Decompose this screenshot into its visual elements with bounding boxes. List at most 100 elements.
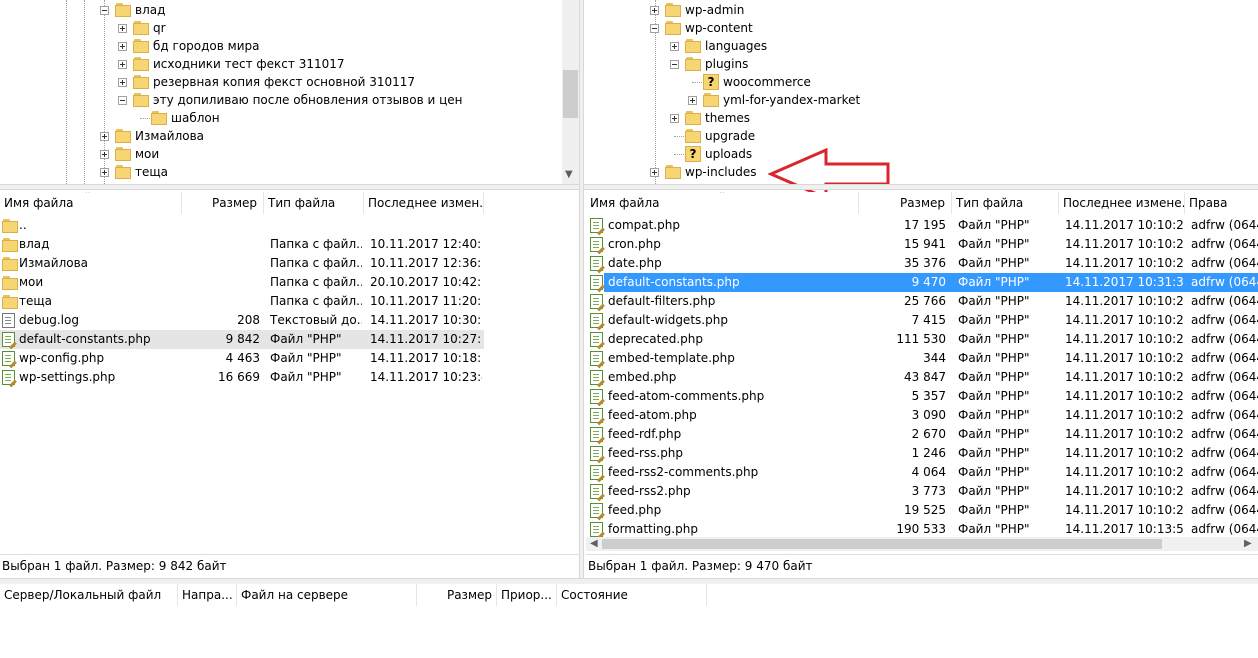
scroll-down-arrow-icon[interactable]: ▼ — [565, 170, 573, 180]
table-row[interactable]: wp-config.php 4 463 Файл "PHP" 14.11.2017 1… — [0, 349, 484, 368]
collapse-icon[interactable] — [670, 60, 679, 69]
table-row[interactable]: cron.php 15 941 Файл "PHP" 14.11.2017 10:10… — [586, 235, 1258, 254]
collapse-icon[interactable] — [100, 6, 109, 15]
expand-icon[interactable] — [650, 6, 659, 15]
local-directory-tree[interactable]: влад qr бд городов мира исходники тест фекс… — [0, 0, 562, 184]
table-row[interactable]: deprecated.php 111 530 Файл "PHP" 14.11.201… — [586, 330, 1258, 349]
tree-node[interactable]: wp-admin — [584, 1, 1254, 19]
table-row[interactable]: мои Папка с файл... 20.10.2017 10:42:05 — [0, 273, 484, 292]
scroll-right-arrow-icon[interactable]: ▶ — [1244, 539, 1252, 549]
queue-column-priority[interactable]: Приор... — [497, 584, 557, 606]
queue-column-remote-file[interactable]: Файл на сервере — [237, 584, 417, 606]
table-row[interactable]: feed-rss.php 1 246 Файл "PHP" 14.11.2017 10… — [586, 444, 1258, 463]
queue-column-direction[interactable]: Напра... — [178, 584, 237, 606]
table-row[interactable]: feed-atom.php 3 090 Файл "PHP" 14.11.2017 1… — [586, 406, 1258, 425]
expand-icon[interactable] — [100, 150, 109, 159]
tree-node[interactable]: исходники тест фекст 311017 — [0, 55, 560, 73]
cell-perms: adfrw (0644) — [1191, 408, 1258, 422]
cell-modified: 14.11.2017 10:31:39 — [1065, 275, 1183, 289]
local-tree-scrollbar[interactable]: ▼ — [562, 0, 579, 184]
remote-file-list[interactable]: Имя файла Размер Тип файла Последнее изм… — [586, 192, 1258, 537]
tree-node[interactable]: yml-for-yandex-market — [584, 91, 1254, 109]
remote-list-hscrollbar[interactable]: ◀ ▶ — [586, 537, 1258, 551]
scroll-left-arrow-icon[interactable]: ◀ — [590, 539, 598, 549]
table-row[interactable]: wp-settings.php 16 669 Файл "PHP" 14.11.201… — [0, 368, 484, 387]
expand-icon[interactable] — [118, 60, 127, 69]
cell-modified: 14.11.2017 10:10:28 — [1065, 465, 1183, 479]
table-row[interactable]: feed.php 19 525 Файл "PHP" 14.11.2017 10:10… — [586, 501, 1258, 520]
table-row[interactable]: default-filters.php 25 766 Файл "PHP" 14.11… — [586, 292, 1258, 311]
cell-type: Файл "PHP" — [270, 332, 342, 346]
column-header-size[interactable]: Размер — [859, 192, 952, 214]
cell-modified: 14.11.2017 10:10:27 — [1065, 256, 1183, 270]
pane-splitter[interactable] — [579, 0, 584, 578]
expand-icon[interactable] — [100, 132, 109, 141]
tree-node[interactable]: wp-content — [584, 19, 1254, 37]
column-header-type[interactable]: Тип файла — [264, 192, 364, 214]
tree-node[interactable]: влад — [0, 1, 560, 19]
tree-node[interactable]: резервная копия фекст основной 310117 — [0, 73, 560, 91]
tree-node[interactable]: plugins — [584, 55, 1254, 73]
tree-node[interactable]: wp-includes — [584, 163, 1254, 181]
expand-icon[interactable] — [118, 78, 127, 87]
table-row[interactable]: embed.php 43 847 Файл "PHP" 14.11.2017 10:1… — [586, 368, 1258, 387]
tree-node[interactable]: qr — [0, 19, 560, 37]
expand-icon[interactable] — [670, 42, 679, 51]
collapse-icon[interactable] — [650, 24, 659, 33]
column-header-modified[interactable]: Последнее измен... — [364, 192, 484, 214]
table-row[interactable]: default-constants.php 9 842 Файл "PHP" 14.1… — [0, 330, 484, 349]
tree-node[interactable]: upgrade — [584, 127, 1254, 145]
tree-node[interactable]: themes — [584, 109, 1254, 127]
expand-icon[interactable] — [100, 168, 109, 177]
tree-node[interactable]: Измайлова — [0, 127, 560, 145]
table-row[interactable]: compat.php 17 195 Файл "PHP" 14.11.2017 10:… — [586, 216, 1258, 235]
tree-list-splitter[interactable] — [0, 184, 1258, 190]
expand-icon[interactable] — [118, 42, 127, 51]
table-row[interactable]: feed-rdf.php 2 670 Файл "PHP" 14.11.2017 10… — [586, 425, 1258, 444]
table-row[interactable]: formatting.php 190 533 Файл "PHP" 14.11.201… — [586, 520, 1258, 537]
tree-node[interactable]: ? woocommerce — [584, 73, 1254, 91]
table-row[interactable]: default-constants.php 9 470 Файл "PHP" 14.1… — [590, 273, 1258, 292]
column-header-size[interactable]: Размер — [182, 192, 264, 214]
cell-type: Файл "PHP" — [958, 503, 1030, 517]
column-header-permissions[interactable]: Права — [1185, 192, 1258, 214]
table-row[interactable]: feed-atom-comments.php 5 357 Файл "PHP" 14.… — [586, 387, 1258, 406]
queue-column-state[interactable]: Состояние — [557, 584, 707, 606]
queue-column-size[interactable]: Размер — [417, 584, 497, 606]
expand-icon[interactable] — [118, 24, 127, 33]
collapse-icon[interactable] — [118, 96, 127, 105]
scrollbar-thumb[interactable] — [602, 539, 1162, 549]
expand-icon[interactable] — [670, 114, 679, 123]
folder-icon — [133, 75, 149, 89]
table-row[interactable]: влад Папка с файл... 10.11.2017 12:40:31 — [0, 235, 484, 254]
remote-directory-tree[interactable]: wp-admin wp-content languages plugins ? wooco… — [584, 0, 1258, 184]
php-file-icon — [590, 218, 603, 233]
table-row[interactable]: теща Папка с файл... 10.11.2017 11:20:33 — [0, 292, 484, 311]
table-row[interactable]: Измайлова Папка с файл... 10.11.2017 12:36… — [0, 254, 484, 273]
cell-name: feed-rdf.php — [608, 427, 682, 441]
expand-icon[interactable] — [688, 96, 697, 105]
tree-node[interactable]: ? uploads — [584, 145, 1254, 163]
tree-node[interactable]: languages — [584, 37, 1254, 55]
tree-node[interactable]: бд городов мира — [0, 37, 560, 55]
scrollbar-thumb[interactable] — [563, 70, 578, 118]
local-file-list[interactable]: Имя файла Размер Тип файла Последнее изм… — [0, 192, 579, 552]
table-row[interactable]: feed-rss2.php 3 773 Файл "PHP" 14.11.2017 1… — [586, 482, 1258, 501]
table-row[interactable]: embed-template.php 344 Файл "PHP" 14.11.201… — [586, 349, 1258, 368]
column-header-modified[interactable]: Последнее измене... — [1059, 192, 1185, 214]
table-row[interactable]: .. — [0, 216, 484, 235]
cell-name: .. — [19, 218, 27, 232]
table-row[interactable]: default-widgets.php 7 415 Файл "PHP" 14.11.… — [586, 311, 1258, 330]
expand-icon[interactable] — [650, 168, 659, 177]
table-row[interactable]: feed-rss2-comments.php 4 064 Файл "PHP" 14.… — [586, 463, 1258, 482]
tree-node[interactable]: шаблон — [0, 109, 560, 127]
table-row[interactable]: debug.log 208 Текстовый до... 14.11.2017 10… — [0, 311, 484, 330]
tree-node[interactable]: эту допиливаю после обновления отзывов и… — [0, 91, 560, 109]
tree-node-label: plugins — [705, 57, 749, 71]
table-row[interactable]: date.php 35 376 Файл "PHP" 14.11.2017 10:10… — [586, 254, 1258, 273]
column-header-type[interactable]: Тип файла — [952, 192, 1059, 214]
queue-column-server-local[interactable]: Сервер/Локальный файл — [0, 584, 178, 606]
tree-node[interactable]: мои — [0, 145, 560, 163]
tree-node[interactable]: теща — [0, 163, 560, 181]
cell-size: 15 941 — [904, 237, 946, 251]
